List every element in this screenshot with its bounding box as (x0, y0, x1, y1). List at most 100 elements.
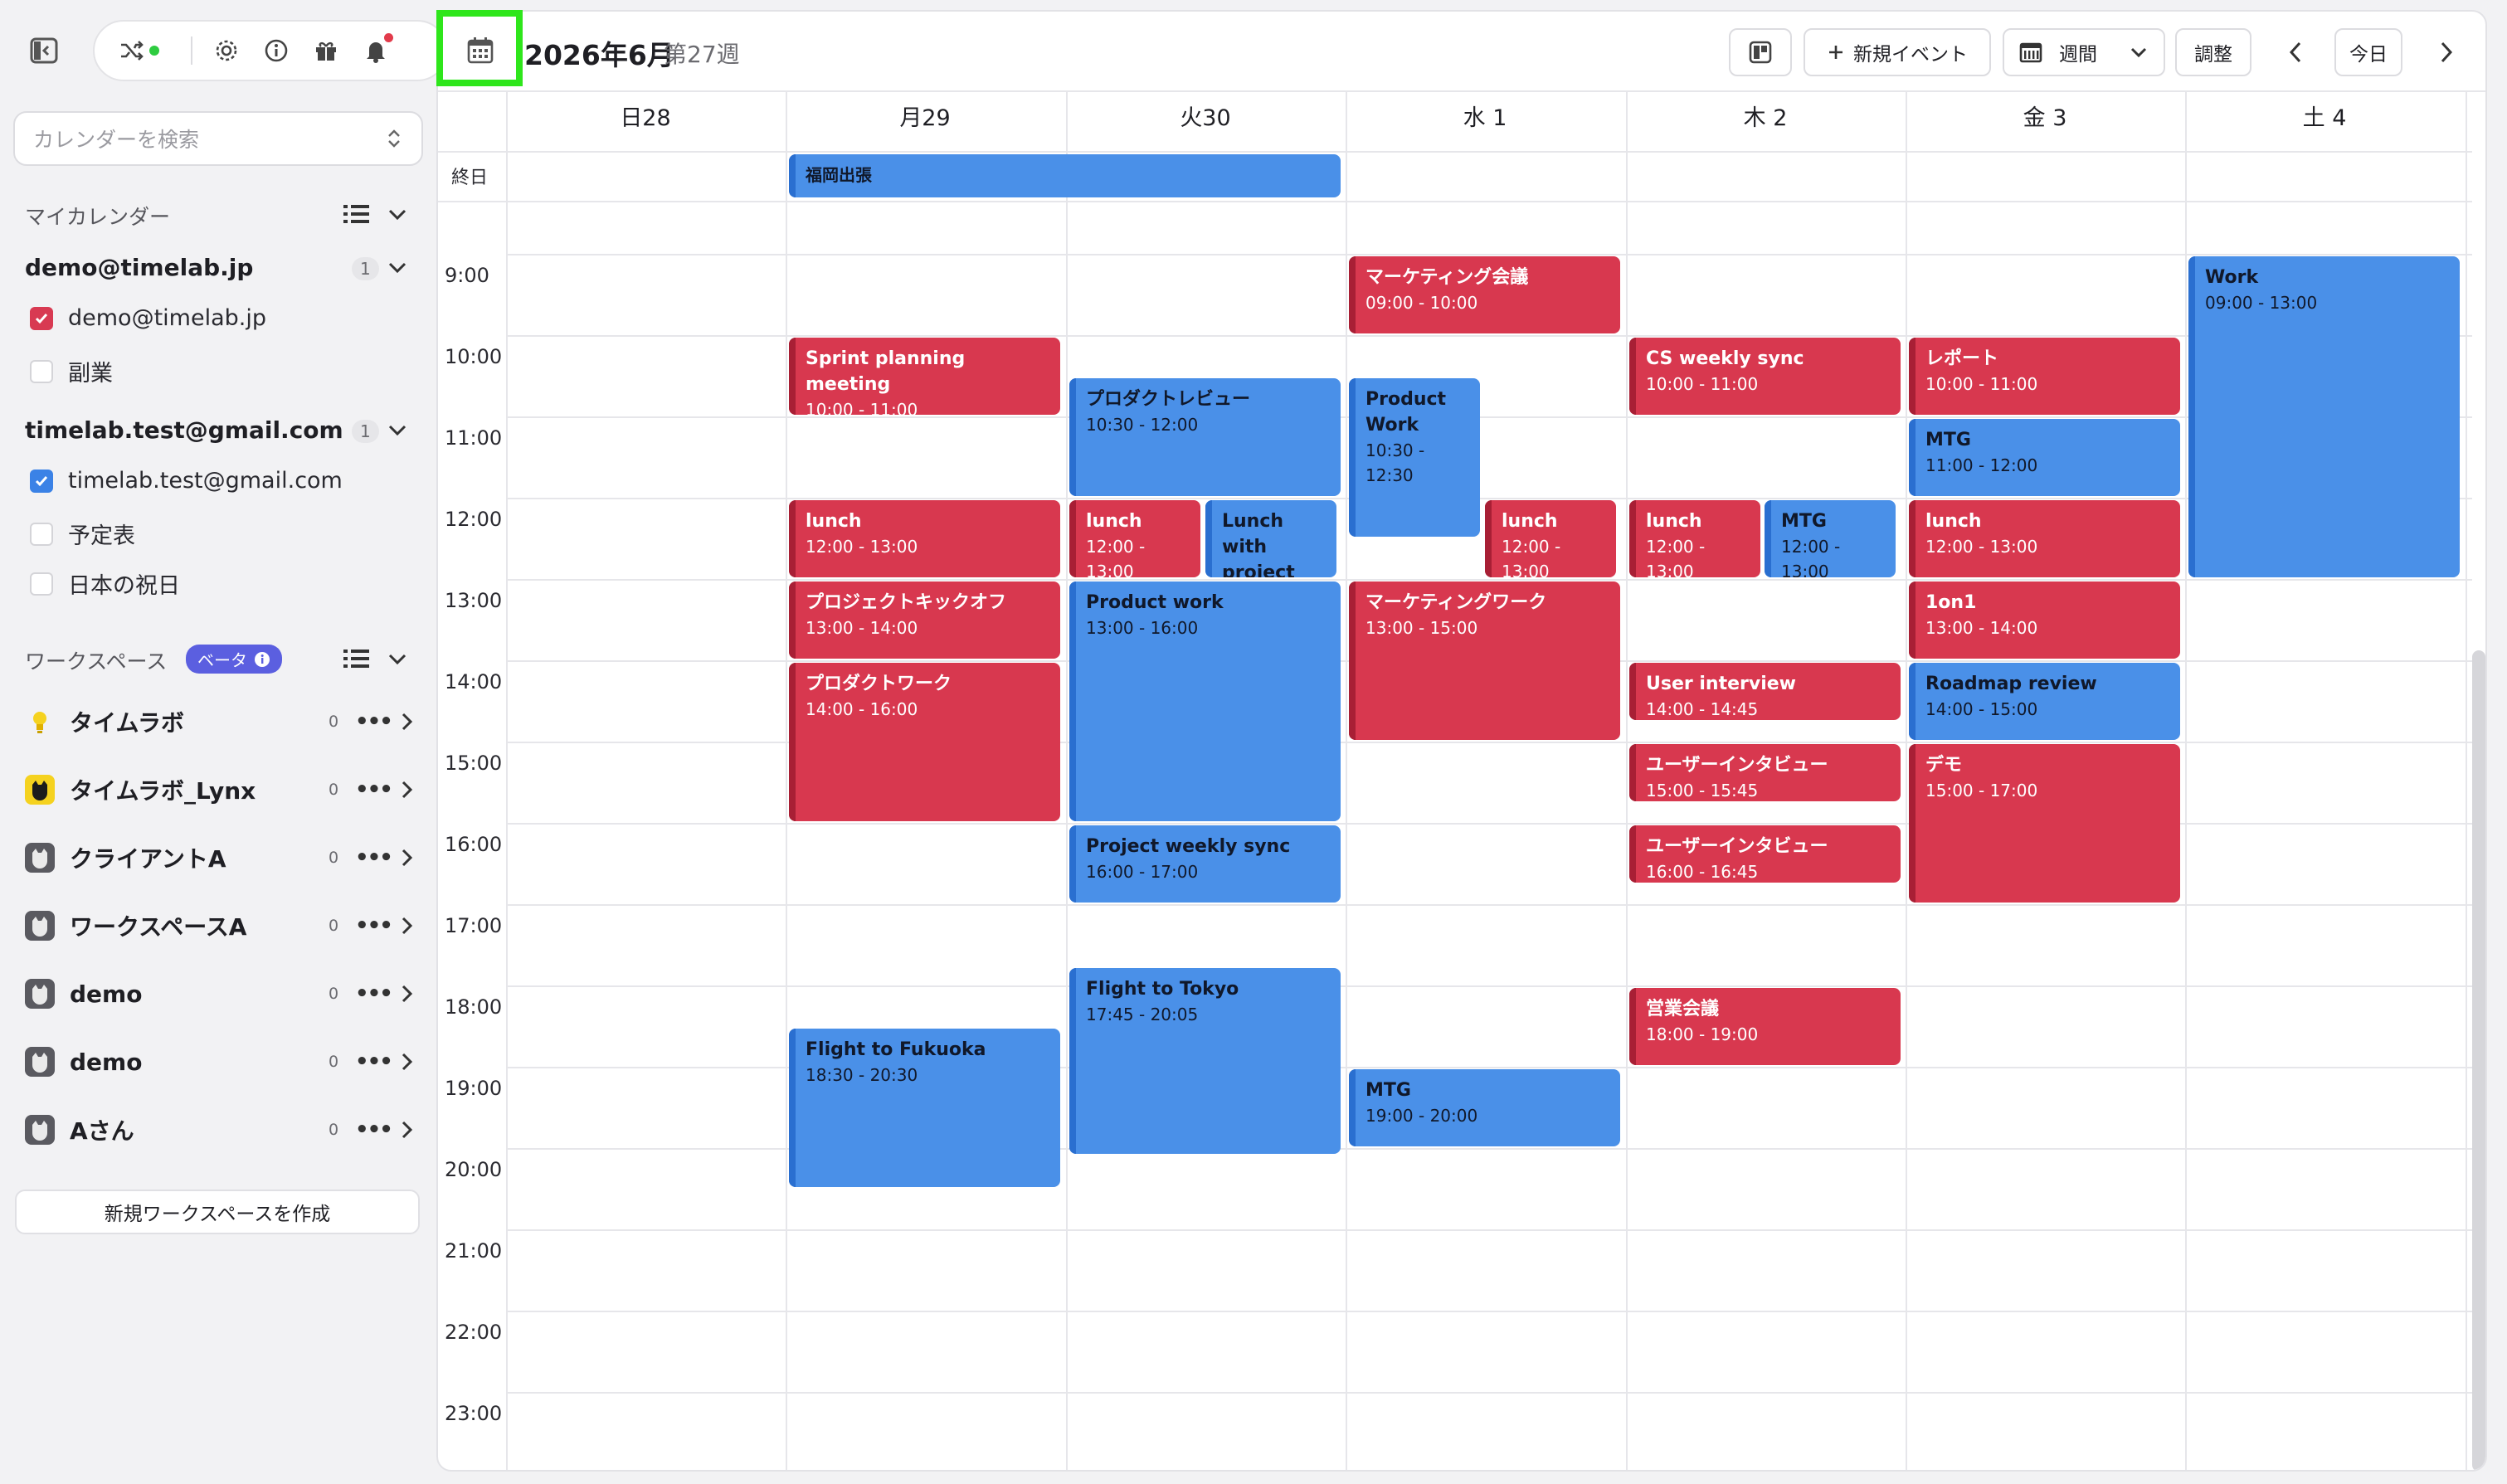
event-block[interactable]: lunch 12:00 - 13:00 (1485, 500, 1616, 577)
sidebar-toggle-button[interactable] (23, 30, 65, 71)
day-header[interactable]: 水 1 (1346, 100, 1624, 132)
calendar-item[interactable]: demo@timelab.jp (30, 305, 266, 331)
more-icon[interactable]: ••• (355, 777, 393, 802)
account-email[interactable]: demo@timelab.jp (25, 254, 253, 281)
chevron-right-icon[interactable] (400, 1119, 415, 1141)
day-header[interactable]: 月29 (786, 100, 1064, 132)
beta-badge[interactable]: ベータ (186, 645, 282, 674)
chevron-right-icon[interactable] (400, 983, 415, 1005)
next-week-button[interactable] (2422, 28, 2470, 76)
calendar-item[interactable]: 日本の祝日 (30, 567, 180, 600)
calendar-checkbox[interactable] (30, 572, 53, 596)
more-icon[interactable]: ••• (355, 709, 393, 734)
event-block[interactable]: lunch 12:00 - 13:00 (789, 500, 1060, 577)
event-block[interactable]: Product work 13:00 - 16:00 (1069, 581, 1341, 821)
account-collapse-button[interactable] (387, 257, 408, 280)
calendar-item[interactable]: 予定表 (30, 518, 135, 550)
workspace-item[interactable]: demo 0 ••• (25, 1042, 415, 1082)
event-block[interactable]: プロジェクトキックオフ 13:00 - 14:00 (789, 581, 1060, 659)
more-icon[interactable]: ••• (355, 1117, 393, 1142)
workspace-item[interactable]: タイムラボ 0 ••• (25, 702, 415, 742)
settings-button[interactable] (211, 35, 242, 66)
new-event-button[interactable]: 新規イベント (1804, 28, 1991, 76)
new-workspace-button[interactable]: 新規ワークスペースを作成 (15, 1190, 420, 1234)
info-button[interactable] (260, 35, 292, 66)
day-header[interactable]: 火30 (1066, 100, 1345, 132)
event-block[interactable]: Work 09:00 - 13:00 (2188, 256, 2460, 577)
layout-toggle-button[interactable] (1729, 28, 1792, 76)
day-header[interactable]: 金 3 (1906, 100, 2184, 132)
workspace-item[interactable]: タイムラボ_Lynx 0 ••• (25, 770, 415, 810)
event-block[interactable]: Product Work 10:30 - 12:30 (1349, 378, 1480, 537)
notifications-button[interactable] (360, 33, 393, 66)
gift-button[interactable] (310, 35, 342, 66)
event-title: lunch (1646, 511, 1702, 532)
calendar-checkbox[interactable] (30, 359, 53, 383)
event-block[interactable]: lunch 12:00 - 13:00 (1069, 500, 1200, 577)
workspace-list-toggle[interactable] (343, 647, 370, 674)
week-number: 第27週 (664, 41, 740, 68)
day-header[interactable]: 日28 (506, 100, 785, 132)
event-title: lunch (1925, 511, 1982, 532)
day-column-divider (786, 90, 787, 1470)
calendar-checkbox[interactable] (30, 306, 53, 330)
event-block[interactable]: Project weekly sync 16:00 - 17:00 (1069, 825, 1341, 903)
event-block[interactable]: Flight to Tokyo 17:45 - 20:05 (1069, 968, 1341, 1154)
shuffle-button[interactable] (116, 35, 159, 66)
previous-week-button[interactable] (2271, 28, 2320, 76)
workspace-item[interactable]: クライアントA 0 ••• (25, 838, 415, 878)
account-email[interactable]: timelab.test@gmail.com (25, 416, 343, 444)
event-block[interactable]: 1on1 13:00 - 14:00 (1909, 581, 2180, 659)
more-icon[interactable]: ••• (355, 845, 393, 870)
event-block[interactable]: lunch 12:00 - 13:00 (1629, 500, 1760, 577)
chevron-right-icon[interactable] (400, 915, 415, 937)
calendar-search-input[interactable]: カレンダーを検索 (13, 111, 423, 166)
event-block[interactable]: MTG 12:00 - 13:00 (1765, 500, 1896, 577)
hour-label: 23:00 (445, 1402, 503, 1425)
event-block[interactable]: CS weekly sync 10:00 - 11:00 (1629, 338, 1901, 415)
event-block[interactable]: マーケティングワーク 13:00 - 15:00 (1349, 581, 1620, 740)
event-block[interactable]: ユーザーインタビュー 15:00 - 15:45 (1629, 744, 1901, 801)
vertical-scrollbar[interactable] (2472, 650, 2485, 1470)
more-icon[interactable]: ••• (355, 913, 393, 938)
allday-event[interactable]: 福岡出張 (789, 154, 1341, 197)
account-collapse-button[interactable] (387, 420, 408, 443)
workspace-item[interactable]: ワークスペースA 0 ••• (25, 906, 415, 946)
event-block[interactable]: マーケティング会議 09:00 - 10:00 (1349, 256, 1620, 333)
day-header[interactable]: 土 4 (2185, 100, 2464, 132)
chevron-right-icon[interactable] (400, 847, 415, 869)
more-icon[interactable]: ••• (355, 1049, 393, 1074)
calendar-item[interactable]: 副業 (30, 355, 113, 387)
chevron-right-icon[interactable] (400, 711, 415, 732)
event-block[interactable]: lunch 12:00 - 13:00 (1909, 500, 2180, 577)
event-block[interactable]: Roadmap review 14:00 - 15:00 (1909, 663, 2180, 740)
event-time: 18:00 - 19:00 (1646, 1024, 1759, 1044)
event-block[interactable]: レポート 10:00 - 11:00 (1909, 338, 2180, 415)
today-button[interactable]: 今日 (2334, 28, 2402, 76)
my-calendars-collapse-button[interactable] (387, 204, 408, 227)
view-select[interactable]: 週間 (2003, 28, 2165, 76)
more-icon[interactable]: ••• (355, 981, 393, 1006)
day-header[interactable]: 木 2 (1626, 100, 1905, 132)
calendar-item[interactable]: timelab.test@gmail.com (30, 468, 343, 494)
event-block[interactable]: プロダクトレビュー 10:30 - 12:00 (1069, 378, 1341, 496)
event-block[interactable]: Lunch with project (1205, 500, 1336, 577)
event-block[interactable]: Sprint planning meeting 10:00 - 11:00 (789, 338, 1060, 415)
calendar-checkbox[interactable] (30, 469, 53, 493)
event-block[interactable]: デモ 15:00 - 17:00 (1909, 744, 2180, 903)
workspace-item[interactable]: Aさん 0 ••• (25, 1110, 415, 1150)
calendar-list-toggle[interactable] (343, 202, 370, 229)
workspace-collapse-button[interactable] (387, 649, 408, 672)
event-block[interactable]: User interview 14:00 - 14:45 (1629, 663, 1901, 720)
chevron-right-icon[interactable] (400, 1051, 415, 1073)
adjust-button[interactable]: 調整 (2175, 28, 2251, 76)
calendar-checkbox[interactable] (30, 522, 53, 546)
event-block[interactable]: ユーザーインタビュー 16:00 - 16:45 (1629, 825, 1901, 883)
event-block[interactable]: MTG 11:00 - 12:00 (1909, 419, 2180, 496)
event-block[interactable]: MTG 19:00 - 20:00 (1349, 1069, 1620, 1146)
event-block[interactable]: Flight to Fukuoka 18:30 - 20:30 (789, 1029, 1060, 1187)
workspace-item[interactable]: demo 0 ••• (25, 974, 415, 1014)
event-block[interactable]: 営業会議 18:00 - 19:00 (1629, 988, 1901, 1065)
chevron-right-icon[interactable] (400, 779, 415, 800)
event-block[interactable]: プロダクトワーク 14:00 - 16:00 (789, 663, 1060, 821)
